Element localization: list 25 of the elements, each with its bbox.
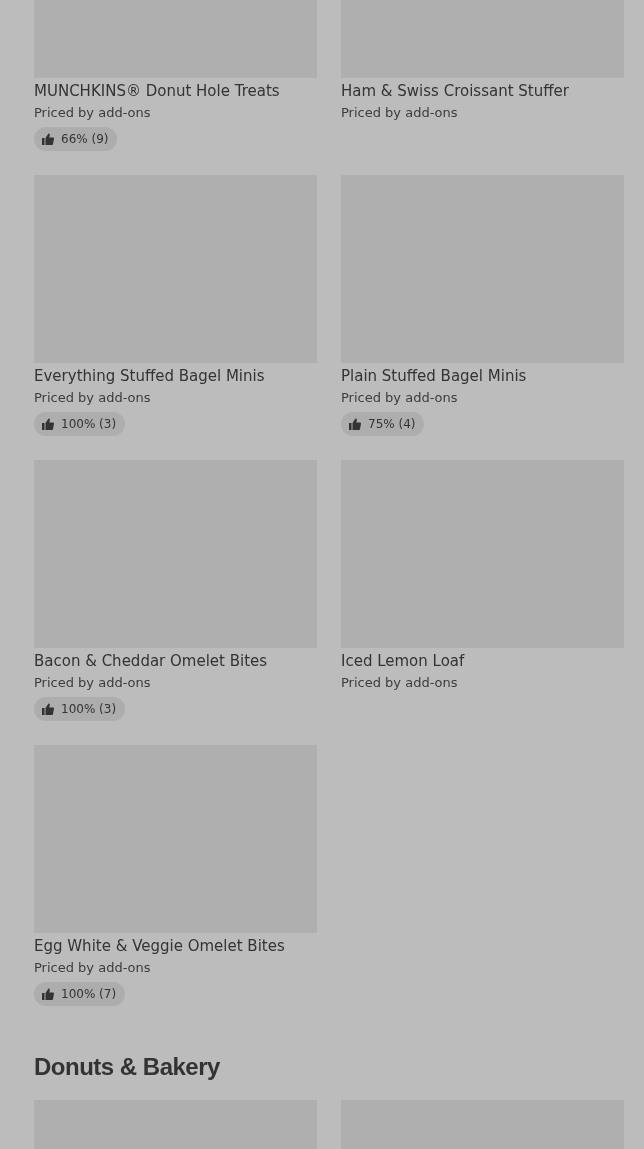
item-name: Bacon & Cheddar Omelet Bites — [34, 651, 268, 671]
item-name: MUNCHKINS® Donut Hole Treats — [34, 81, 280, 101]
item-price: Priced by add-ons — [341, 104, 458, 122]
rating-text: 100% (7) — [61, 987, 117, 1001]
item-name: Egg White & Veggie Omelet Bites — [34, 936, 285, 956]
item-name: Ham & Swiss Croissant Stuffer — [341, 81, 569, 101]
thumbs-up-icon — [42, 703, 54, 715]
item-price: Priced by add-ons — [34, 104, 151, 122]
thumbs-up-icon — [42, 988, 54, 1000]
thumbs-up-icon — [42, 133, 54, 145]
rating-text: 100% (3) — [61, 417, 117, 431]
rating-text: 75% (4) — [368, 417, 416, 431]
rating-text: 66% (9) — [61, 132, 109, 146]
thumbs-up-icon — [349, 418, 361, 430]
thumbs-up-icon — [42, 418, 54, 430]
item-price: Priced by add-ons — [341, 674, 458, 692]
item-price: Priced by add-ons — [34, 389, 151, 407]
item-price: Priced by add-ons — [341, 389, 458, 407]
item-name: Everything Stuffed Bagel Minis — [34, 366, 265, 386]
item-price: Priced by add-ons — [34, 674, 151, 692]
item-price: Priced by add-ons — [34, 959, 151, 977]
item-name: Iced Lemon Loaf — [341, 651, 465, 671]
item-name: Plain Stuffed Bagel Minis — [341, 366, 527, 386]
rating-text: 100% (3) — [61, 702, 117, 716]
section-heading: Donuts & Bakery — [34, 1052, 221, 1082]
